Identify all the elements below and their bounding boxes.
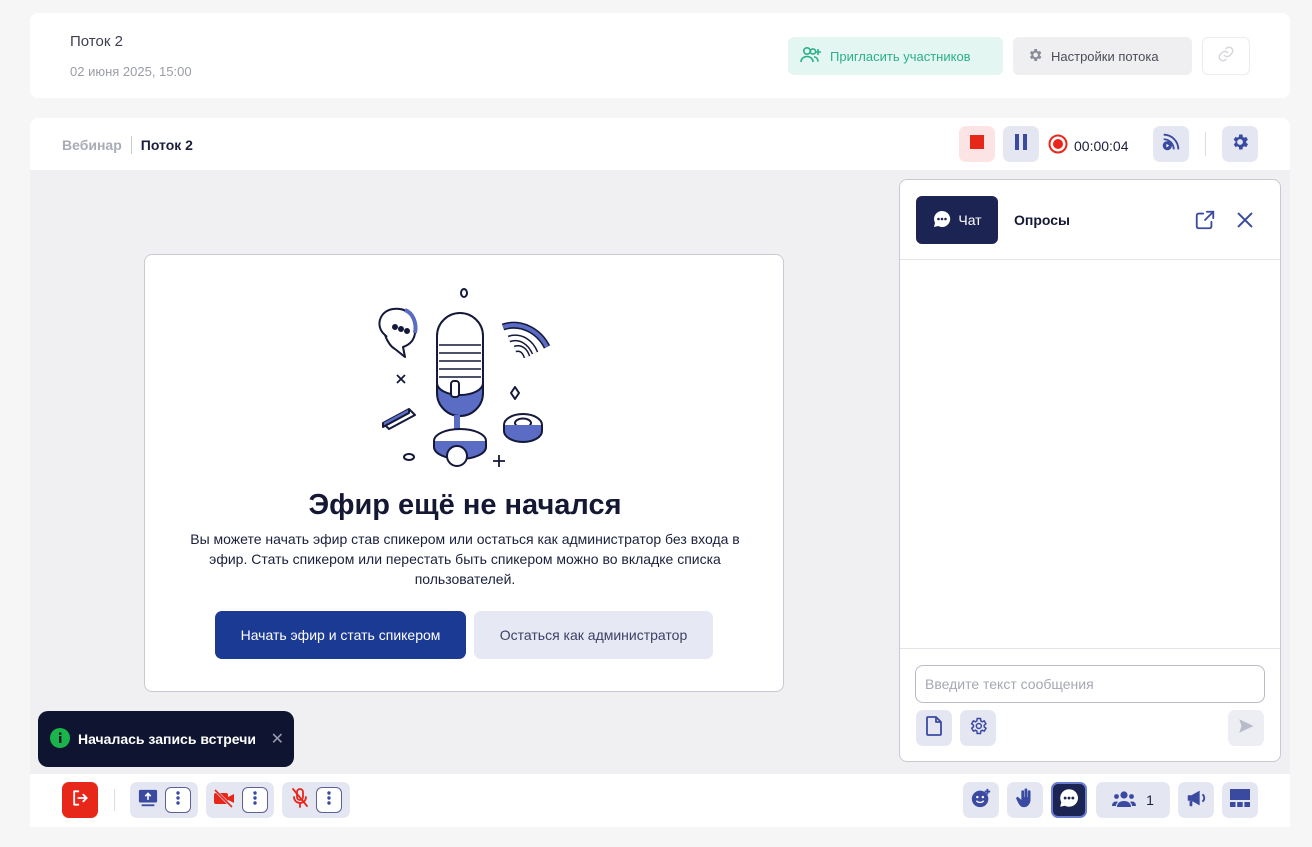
record-dot-icon xyxy=(1048,134,1068,157)
microphone-control xyxy=(282,782,350,818)
chat-bubble-icon xyxy=(932,209,952,232)
emoji-icon xyxy=(970,787,992,814)
raise-hand-button[interactable] xyxy=(1007,782,1043,818)
pause-icon xyxy=(1014,133,1028,155)
empty-state-title: Эфир ещё не начался xyxy=(308,489,622,521)
file-icon xyxy=(925,715,943,741)
participants-button[interactable]: 1 xyxy=(1096,782,1170,818)
chat-compose xyxy=(900,648,1280,762)
broadcast-settings-button[interactable] xyxy=(1222,126,1258,162)
hand-icon xyxy=(1014,787,1036,814)
mic-options-button[interactable] xyxy=(316,787,342,813)
stream-settings-button[interactable]: Настройки потока xyxy=(1013,37,1192,75)
breadcrumb-stream: Поток 2 xyxy=(140,137,193,153)
recording-indicator: 00:00:04 xyxy=(1048,134,1129,157)
layout-icon xyxy=(1229,788,1251,813)
invite-participants-button[interactable]: Пригласить участников xyxy=(788,37,1003,75)
link-icon xyxy=(1217,45,1235,68)
recording-timer: 00:00:04 xyxy=(1074,137,1129,154)
layout-button[interactable] xyxy=(1222,782,1258,818)
megaphone-icon xyxy=(1185,787,1207,814)
chat-panel-header: Чат Опросы xyxy=(900,180,1280,260)
bar-divider xyxy=(114,789,115,811)
pause-recording-button[interactable] xyxy=(1003,126,1039,162)
tab-polls[interactable]: Опросы xyxy=(1014,212,1070,228)
stream-date: 02 июня 2025, 15:00 xyxy=(70,64,192,79)
broadcast-icon xyxy=(1160,131,1182,158)
screen-share-control xyxy=(130,782,198,818)
invite-label: Пригласить участников xyxy=(830,48,971,64)
breadcrumb-divider xyxy=(130,136,132,154)
copy-link-button[interactable] xyxy=(1202,37,1250,75)
start-broadcast-button[interactable]: Начать эфир и стать спикером xyxy=(215,611,466,659)
reactions-button[interactable] xyxy=(963,782,999,818)
announcement-button[interactable] xyxy=(1178,782,1214,818)
broadcast-button[interactable] xyxy=(1153,126,1189,162)
camera-off-icon[interactable] xyxy=(212,788,236,813)
tab-chat[interactable]: Чат xyxy=(916,196,998,244)
broadcast-not-started-card: Эфир ещё не начался Вы можете начать эфи… xyxy=(144,254,784,692)
more-vertical-icon xyxy=(176,790,180,810)
breadcrumb: Вебинар Поток 2 xyxy=(62,136,193,154)
settings-label: Настройки потока xyxy=(1051,48,1159,64)
send-message-button[interactable] xyxy=(1228,710,1264,746)
message-input[interactable] xyxy=(915,665,1265,703)
gear-icon xyxy=(968,716,988,741)
breadcrumb-webinar[interactable]: Вебинар xyxy=(62,137,122,153)
gear-icon xyxy=(1230,132,1250,157)
send-icon xyxy=(1237,717,1255,740)
more-vertical-icon xyxy=(327,790,331,810)
tab-chat-label: Чат xyxy=(958,212,982,228)
more-vertical-icon xyxy=(253,790,257,810)
microphone-illustration xyxy=(365,283,565,478)
bottom-controls-bar: 1 xyxy=(30,774,1290,827)
chat-bubble-icon xyxy=(1058,787,1080,814)
chat-panel: Чат Опросы xyxy=(899,179,1281,762)
mic-off-icon[interactable] xyxy=(290,787,310,814)
screen-share-icon[interactable] xyxy=(137,788,159,813)
share-options-button[interactable] xyxy=(165,787,191,813)
broadcast-toolbar: Вебинар Поток 2 00:00:04 xyxy=(30,118,1290,170)
chat-toggle-button[interactable] xyxy=(1051,782,1087,818)
stream-title: Поток 2 xyxy=(70,33,123,50)
popout-icon[interactable] xyxy=(1194,209,1216,236)
close-icon[interactable] xyxy=(1234,209,1256,236)
empty-state-description: Вы можете начать эфир став спикером или … xyxy=(190,531,740,587)
toolbar-divider xyxy=(1205,132,1206,156)
stay-admin-button[interactable]: Остаться как администратор xyxy=(474,611,713,659)
info-icon xyxy=(50,727,70,751)
close-icon[interactable]: ✕ xyxy=(271,729,284,749)
stop-icon xyxy=(970,134,984,154)
add-users-icon xyxy=(800,46,822,67)
gear-icon xyxy=(1027,47,1043,66)
chat-settings-button[interactable] xyxy=(960,710,996,746)
participants-count: 1 xyxy=(1146,792,1154,808)
stream-header: Поток 2 02 июня 2025, 15:00 Пригласить у… xyxy=(30,13,1290,98)
stop-recording-button[interactable] xyxy=(959,126,995,162)
attach-file-button[interactable] xyxy=(916,710,952,746)
recording-started-toast: Началась запись встречи ✕ xyxy=(38,711,294,767)
camera-control xyxy=(206,782,274,818)
leave-button[interactable] xyxy=(62,782,98,818)
users-icon xyxy=(1112,790,1137,811)
exit-icon xyxy=(70,788,90,813)
camera-options-button[interactable] xyxy=(242,787,268,813)
toast-text: Началась запись встречи xyxy=(78,731,256,747)
